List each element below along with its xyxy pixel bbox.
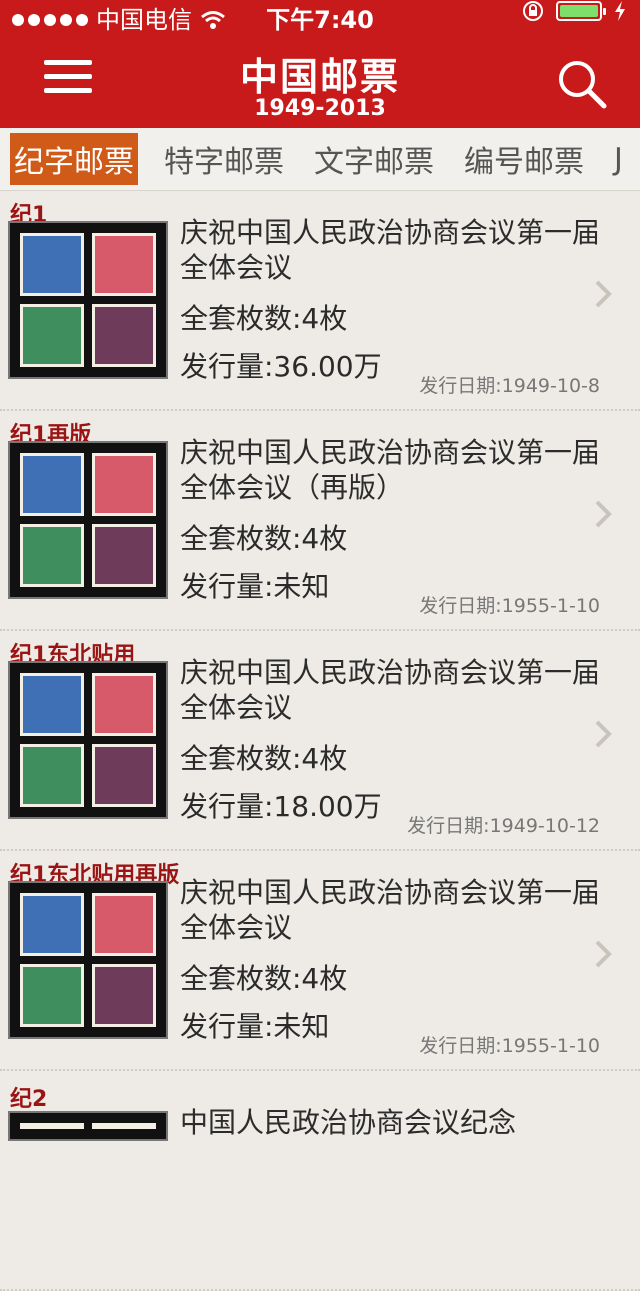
- stamp-issue: 发行量:未知: [180, 570, 330, 603]
- tab-wen[interactable]: 文字邮票: [310, 133, 438, 185]
- stamp-list: 纪1 庆祝中国人民政治协商会议第一届全体会议 全套枚数:4枚 发行量:36.00…: [0, 191, 640, 1291]
- list-item[interactable]: 纪1东北贴用 庆祝中国人民政治协商会议第一届全体会议 全套枚数:4枚 发行量:1…: [0, 631, 640, 851]
- stamp-name: 庆祝中国人民政治协商会议第一届全体会议: [180, 656, 601, 724]
- stamp-issue: 发行量:36.00万: [180, 350, 382, 383]
- stamp-thumbnail: [8, 221, 168, 379]
- top-bar: 中国电信 下午7:40 中国邮票 1949-2013: [0, 0, 640, 128]
- stamp-name: 中国人民政治协商会议纪念: [180, 1106, 517, 1139]
- stamp-count: 全套枚数:4枚: [180, 742, 348, 775]
- list-item[interactable]: 纪2 中国人民政治协商会议纪念: [0, 1071, 640, 1291]
- tab-numbered[interactable]: 编号邮票: [460, 133, 588, 185]
- chevron-right-icon[interactable]: [594, 499, 612, 529]
- battery-icon: [556, 1, 606, 21]
- stamp-name: 庆祝中国人民政治协商会议第一届全体会议: [180, 216, 601, 284]
- stamp-name: 庆祝中国人民政治协商会议第一届全体会议（再版）: [180, 436, 601, 504]
- stamp-date: 发行日期:1949-10-12: [407, 815, 600, 837]
- page-title: 中国邮票: [239, 55, 400, 99]
- category-tabs: 纪字邮票 特字邮票 文字邮票 编号邮票 J: [0, 128, 640, 191]
- list-item[interactable]: 纪1东北贴用再版 庆祝中国人民政治协商会议第一届全体会议 全套枚数:4枚 发行量…: [0, 851, 640, 1071]
- stamp-count: 全套枚数:4枚: [180, 522, 348, 555]
- orientation-lock-icon: [523, 1, 543, 21]
- page-subtitle: 1949-2013: [254, 96, 386, 121]
- stamp-date: 发行日期:1955-1-10: [419, 595, 600, 617]
- tab-j[interactable]: J: [610, 138, 627, 181]
- tab-special[interactable]: 特字邮票: [160, 133, 288, 185]
- tab-commemorative[interactable]: 纪字邮票: [10, 133, 138, 185]
- chevron-right-icon[interactable]: [594, 719, 612, 749]
- stamp-name: 庆祝中国人民政治协商会议第一届全体会议: [180, 876, 601, 944]
- status-bar: 中国电信 下午7:40: [0, 0, 640, 40]
- stamp-thumbnail: [8, 441, 168, 599]
- charging-icon: [615, 1, 625, 21]
- stamp-thumbnail: [8, 1111, 168, 1141]
- list-item[interactable]: 纪1再版 庆祝中国人民政治协商会议第一届全体会议（再版） 全套枚数:4枚 发行量…: [0, 411, 640, 631]
- list-item[interactable]: 纪1 庆祝中国人民政治协商会议第一届全体会议 全套枚数:4枚 发行量:36.00…: [0, 191, 640, 411]
- stamp-date: 发行日期:1949-10-8: [419, 375, 600, 397]
- chevron-right-icon[interactable]: [594, 939, 612, 969]
- nav-header: 中国邮票 1949-2013: [0, 40, 640, 128]
- search-icon[interactable]: [554, 56, 610, 112]
- stamp-thumbnail: [8, 881, 168, 1039]
- stamp-thumbnail: [8, 661, 168, 819]
- stamp-count: 全套枚数:4枚: [180, 962, 348, 995]
- stamp-code: 纪2: [10, 1087, 48, 1112]
- stamp-date: 发行日期:1955-1-10: [419, 1035, 600, 1057]
- stamp-issue: 发行量:18.00万: [180, 790, 382, 823]
- stamp-issue: 发行量:未知: [180, 1010, 330, 1043]
- chevron-right-icon[interactable]: [594, 279, 612, 309]
- stamp-count: 全套枚数:4枚: [180, 302, 348, 335]
